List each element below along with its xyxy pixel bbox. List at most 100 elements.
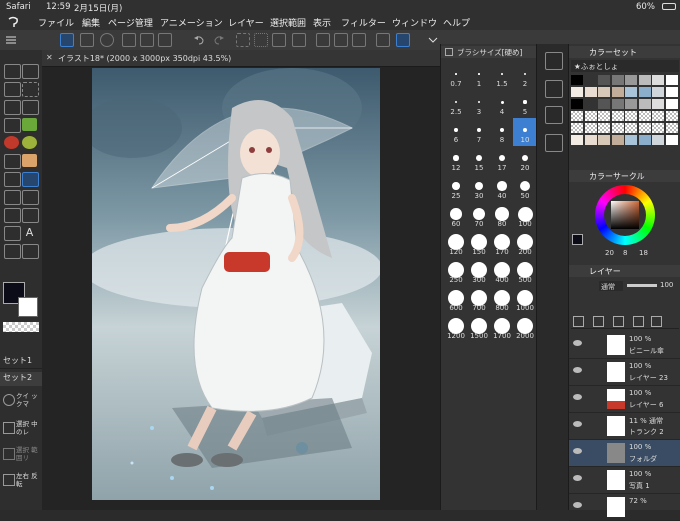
- menu-window[interactable]: ウィンドウ: [392, 16, 437, 29]
- brush-size-option[interactable]: 500: [513, 258, 537, 286]
- pen-tool-icon[interactable]: [60, 33, 74, 47]
- color-swatch[interactable]: [571, 99, 583, 109]
- layer-row[interactable]: 100 % レイヤー 23: [569, 359, 680, 386]
- color-swatch[interactable]: [638, 111, 651, 121]
- blend-tool-icon[interactable]: [4, 154, 21, 169]
- brush-size-option[interactable]: 30: [467, 174, 491, 202]
- illustration-canvas[interactable]: [92, 68, 380, 500]
- document-tab[interactable]: ✕ イラスト18* (2000 x 3000px 350dpi 43.5%): [42, 50, 440, 67]
- fill-tool-icon[interactable]: [4, 190, 21, 205]
- menu-layer[interactable]: レイヤー: [228, 16, 264, 29]
- airbrush-tool-icon[interactable]: [22, 136, 37, 149]
- brush-size-option[interactable]: 800: [490, 286, 514, 314]
- color-swatch[interactable]: [652, 135, 664, 145]
- color-swatch[interactable]: [665, 99, 678, 109]
- brush-size-option[interactable]: 12: [444, 146, 468, 174]
- brush-size-option[interactable]: 60: [444, 202, 468, 230]
- menu-filter[interactable]: フィルター: [341, 16, 386, 29]
- color-swatch[interactable]: [665, 87, 678, 97]
- color-swatch[interactable]: [625, 111, 637, 121]
- brush-size-option[interactable]: 150: [467, 230, 491, 258]
- color-swatch[interactable]: [571, 123, 583, 133]
- chevron-down-icon[interactable]: [426, 33, 440, 47]
- eye-icon[interactable]: [573, 340, 582, 346]
- panel-blend-icon[interactable]: [545, 80, 563, 98]
- color-swatch[interactable]: [638, 123, 651, 133]
- color-swatch[interactable]: [638, 87, 651, 97]
- brush-size-option[interactable]: 600: [444, 286, 468, 314]
- color-swatch[interactable]: [571, 111, 583, 121]
- frame-tool-icon[interactable]: [22, 208, 39, 223]
- brush-size-option[interactable]: 70: [467, 202, 491, 230]
- fill-icon[interactable]: [292, 33, 306, 47]
- lasso-tool-icon[interactable]: [4, 82, 21, 97]
- save-icon[interactable]: [158, 33, 172, 47]
- menu-help[interactable]: ヘルプ: [443, 16, 470, 29]
- color-swatch[interactable]: [638, 99, 651, 109]
- app-logo-icon[interactable]: [6, 16, 20, 28]
- color-swatch[interactable]: [665, 111, 678, 121]
- brush-tool-icon[interactable]: [4, 136, 19, 149]
- zoom-tool-icon[interactable]: [4, 64, 21, 79]
- correction-tool-icon[interactable]: [22, 244, 39, 259]
- panel-layer-icon[interactable]: [545, 52, 563, 70]
- layer-row[interactable]: 100 % フォルダ: [569, 440, 680, 467]
- menu-animation[interactable]: アニメーション: [160, 16, 223, 29]
- eye-icon[interactable]: [573, 448, 582, 454]
- brush-size-option[interactable]: 10: [513, 118, 537, 146]
- hue-ring[interactable]: [595, 185, 655, 245]
- mask-icon[interactable]: [633, 316, 644, 327]
- brush-size-option[interactable]: 1000: [513, 286, 537, 314]
- brush-size-option[interactable]: 8: [490, 118, 514, 146]
- layer-row[interactable]: 100 % ビニール傘: [569, 332, 680, 359]
- brush-size-option[interactable]: 700: [467, 286, 491, 314]
- color-swatch[interactable]: [652, 111, 664, 121]
- brush-size-option[interactable]: 6: [444, 118, 468, 146]
- brush-size-option[interactable]: 5: [513, 90, 537, 118]
- ruler-tool-icon[interactable]: [4, 226, 21, 241]
- spinner-icon[interactable]: [236, 33, 250, 47]
- select-range-label[interactable]: 選択 範囲リ: [16, 446, 42, 462]
- color-swatch[interactable]: [584, 99, 597, 109]
- color-swatch[interactable]: [638, 75, 651, 85]
- pen-mode-icon[interactable]: [396, 33, 410, 47]
- color-swatch[interactable]: [598, 123, 610, 133]
- eraser-tool-icon[interactable]: [4, 172, 21, 187]
- crop-icon[interactable]: [352, 33, 366, 47]
- brush-size-option[interactable]: 1700: [490, 314, 514, 342]
- color-swatch[interactable]: [598, 99, 610, 109]
- marquee-tool-icon[interactable]: [22, 82, 39, 97]
- color-swatch[interactable]: [652, 99, 664, 109]
- color-swatch[interactable]: [571, 135, 583, 145]
- color-swatch[interactable]: [625, 135, 637, 145]
- merge-icon[interactable]: [613, 316, 624, 327]
- gradient-tool-icon[interactable]: [22, 190, 39, 205]
- menu-edit[interactable]: 編集: [82, 16, 100, 29]
- balloon-tool-icon[interactable]: [4, 244, 21, 259]
- pencil-tool-icon[interactable]: [22, 118, 37, 131]
- brush-size-option[interactable]: 2: [513, 62, 537, 90]
- brush-size-option[interactable]: 4: [490, 90, 514, 118]
- brush-size-option[interactable]: 3: [467, 90, 491, 118]
- color-swatch[interactable]: [625, 87, 637, 97]
- color-swatch[interactable]: [638, 135, 651, 145]
- color-swatch[interactable]: [625, 75, 637, 85]
- background-color[interactable]: [18, 297, 38, 317]
- eye-icon[interactable]: [573, 421, 582, 427]
- wand-tool-icon[interactable]: [4, 100, 21, 115]
- brush-size-option[interactable]: 250: [444, 258, 468, 286]
- select-icon[interactable]: [254, 33, 268, 47]
- color-swatch[interactable]: [598, 135, 610, 145]
- brush-size-option[interactable]: 120: [444, 230, 468, 258]
- color-swatch[interactable]: [611, 123, 624, 133]
- color-swatch[interactable]: [625, 123, 637, 133]
- brush-size-option[interactable]: 1.5: [490, 62, 514, 90]
- select-layer-label[interactable]: 選択 中のレ: [16, 420, 42, 436]
- color-swatch[interactable]: [665, 123, 678, 133]
- color-swatch[interactable]: [625, 99, 637, 109]
- color-swatch-grid[interactable]: [571, 75, 679, 147]
- new-layer-icon[interactable]: [573, 316, 584, 327]
- eye-icon[interactable]: [573, 502, 582, 508]
- color-icon[interactable]: [100, 33, 114, 47]
- saturation-box[interactable]: [611, 201, 639, 229]
